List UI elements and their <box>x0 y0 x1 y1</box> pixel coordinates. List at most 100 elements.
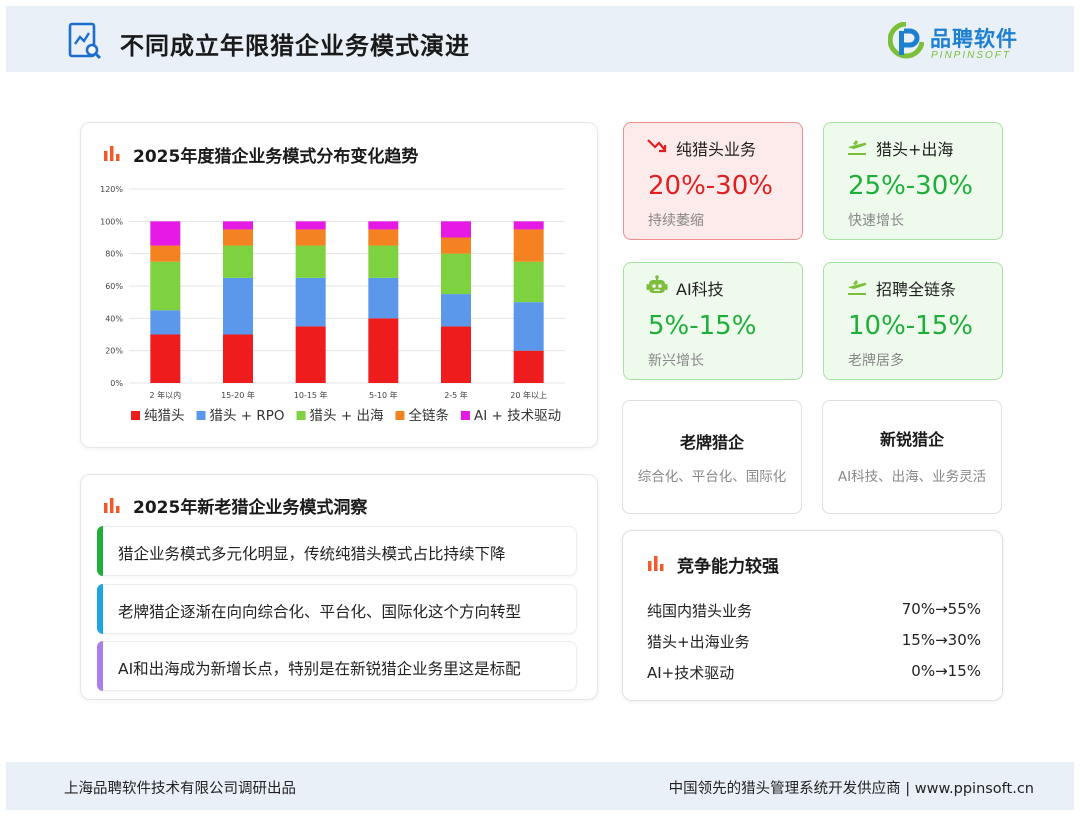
insight-item: AI和出海成为新增长点，特别是在新锐猎企业务里这是标配 <box>97 641 577 691</box>
insight-item: 猎企业务模式多元化明显，传统纯猎头模式占比持续下降 <box>97 526 577 576</box>
bar-segment <box>441 294 471 327</box>
bar-segment <box>223 221 253 230</box>
kpi-value: 10%-15% <box>848 311 973 341</box>
legend-swatch <box>460 411 470 420</box>
bar-segment <box>150 245 181 262</box>
kpi-card-ai-tech: AI科技 5%-15% 新兴增长 <box>623 262 803 380</box>
x-tick-label: 5-10 年 <box>369 390 398 400</box>
competition-label: AI+技术驱动 <box>647 664 735 682</box>
legend-label: AI + 技术驱动 <box>474 408 561 424</box>
kpi-desc: 快速增长 <box>848 213 904 229</box>
bar-segment <box>223 245 253 278</box>
bar-segment <box>368 245 399 278</box>
insight-text: AI和出海成为新增长点，特别是在新锐猎企业务里这是标配 <box>118 660 521 678</box>
y-tick-label: 60% <box>105 282 123 291</box>
competition-label: 猎头+出海业务 <box>647 633 750 651</box>
competition-label: 纯国内猎头业务 <box>647 602 753 620</box>
bar-segment <box>150 261 181 311</box>
plane-icon <box>848 140 867 155</box>
stacked-bar-chart: 0% 20% 40% 60% 80% 100% 120% 2 年以内 15-20 年 10-15 … <box>100 185 565 424</box>
legend-swatch <box>196 411 206 420</box>
kpi-card-full-chain: 招聘全链条 10%-15% 老牌居多 <box>823 262 1003 380</box>
type-card-veteran: 老牌猎企 综合化、平台化、国际化 <box>622 400 802 514</box>
bar-segment <box>513 229 544 262</box>
type-desc: 综合化、平台化、国际化 <box>637 469 787 485</box>
bar-chart-icon <box>104 498 120 513</box>
insight-item: 老牌猎企逐渐在向向综合化、平台化、国际化这个方向转型 <box>97 584 577 634</box>
x-tick-label: 10-15 年 <box>294 390 328 400</box>
competition-value: 70%→55% <box>901 600 981 618</box>
insight-accent-bar <box>97 584 103 634</box>
header-bar: 不同成立年限猎企业务模式演进 品聘软件 PINPINSOFT <box>6 6 1074 72</box>
kpi-desc: 老牌居多 <box>848 353 904 369</box>
bar-segment <box>223 277 253 335</box>
bar-segment <box>441 237 471 254</box>
logo-text-en: PINPINSOFT <box>931 50 1012 61</box>
legend-swatch <box>131 411 140 420</box>
x-tick-label: 2 年以内 <box>150 390 182 400</box>
x-tick-label: 15-20 年 <box>221 390 255 400</box>
y-tick-label: 100% <box>100 217 123 226</box>
kpi-value: 5%-15% <box>648 311 757 341</box>
bar-segment <box>368 277 399 319</box>
robot-icon <box>646 275 668 293</box>
bar-segment <box>513 302 544 351</box>
type-desc: AI科技、出海、业务灵活 <box>837 469 987 485</box>
legend-label: 猎头 + RPO <box>210 408 285 424</box>
company-logo: 品聘软件 PINPINSOFT <box>884 18 1034 64</box>
report-search-icon <box>68 22 102 60</box>
bar-segment <box>441 221 471 238</box>
insight-title: 2025年新老猎企业务模式洞察 <box>133 498 368 518</box>
competition-title: 竞争能力较强 <box>677 557 779 577</box>
footer-bar: 上海品聘软件技术有限公司调研出品 中国领先的猎头管理系统开发供应商 | www.… <box>6 762 1074 810</box>
bar-segment <box>513 261 544 303</box>
y-tick-label: 80% <box>105 250 123 259</box>
bar-segment <box>441 326 471 383</box>
x-tick-label: 2-5 年 <box>444 390 468 400</box>
kpi-name: AI科技 <box>676 280 724 299</box>
logo-mark-icon <box>888 22 924 59</box>
bar-segment <box>295 229 326 246</box>
bar-segment <box>368 229 399 246</box>
insight-card: 2025年新老猎企业务模式洞察 猎企业务模式多元化明显，传统纯猎头模式占比持续下… <box>80 474 598 700</box>
bar-segment <box>223 229 253 246</box>
chart-card: 2025年度猎企业务模式分布变化趋势 0% 20% 40% 60% 80% 100% 120… <box>80 122 598 448</box>
legend-label: 纯猎头 <box>144 408 185 424</box>
kpi-name: 纯猎头业务 <box>676 140 757 159</box>
footer-right-text[interactable]: 中国领先的猎头管理系统开发供应商 | www.ppinsoft.cn <box>669 777 1034 798</box>
bar-segment <box>295 326 326 383</box>
y-tick-label: 0% <box>110 379 123 388</box>
bar-segment <box>368 221 399 230</box>
insight-accent-bar <box>97 526 103 576</box>
legend-label: 全链条 <box>408 407 449 424</box>
logo-text-cn: 品聘软件 <box>930 27 1018 51</box>
legend-swatch <box>395 411 405 420</box>
plane-icon <box>848 280 867 295</box>
kpi-name: 猎头+出海 <box>876 140 954 159</box>
bar-segment <box>513 350 544 383</box>
competition-card: 竞争能力较强 纯国内猎头业务 70%→55% 猎头+出海业务 15%→30% A… <box>622 530 1003 701</box>
bar-segment <box>441 253 471 295</box>
kpi-value: 25%-30% <box>848 171 973 201</box>
competition-value: 0%→15% <box>911 662 981 680</box>
kpi-name: 招聘全链条 <box>876 280 957 299</box>
y-tick-label: 20% <box>105 347 123 356</box>
footer-left-text: 上海品聘软件技术有限公司调研出品 <box>64 781 296 797</box>
bar-segment <box>368 318 399 383</box>
kpi-value: 20%-30% <box>648 171 773 201</box>
kpi-desc: 新兴增长 <box>648 353 704 369</box>
trend-down-icon <box>647 139 667 153</box>
bar-segment <box>150 221 181 246</box>
bar-segment <box>295 245 326 278</box>
bar-segment <box>223 334 253 383</box>
insight-accent-bar <box>97 641 103 691</box>
page-title: 不同成立年限猎企业务模式演进 <box>120 32 470 60</box>
legend-swatch <box>296 411 306 420</box>
type-name: 新锐猎企 <box>879 430 944 449</box>
bar-segment <box>513 221 544 230</box>
bar-segment <box>150 334 181 383</box>
type-name: 老牌猎企 <box>679 433 744 452</box>
y-tick-label: 120% <box>100 185 123 194</box>
insight-text: 老牌猎企逐渐在向向综合化、平台化、国际化这个方向转型 <box>118 603 522 621</box>
type-card-emerging: 新锐猎企 AI科技、出海、业务灵活 <box>822 400 1002 514</box>
